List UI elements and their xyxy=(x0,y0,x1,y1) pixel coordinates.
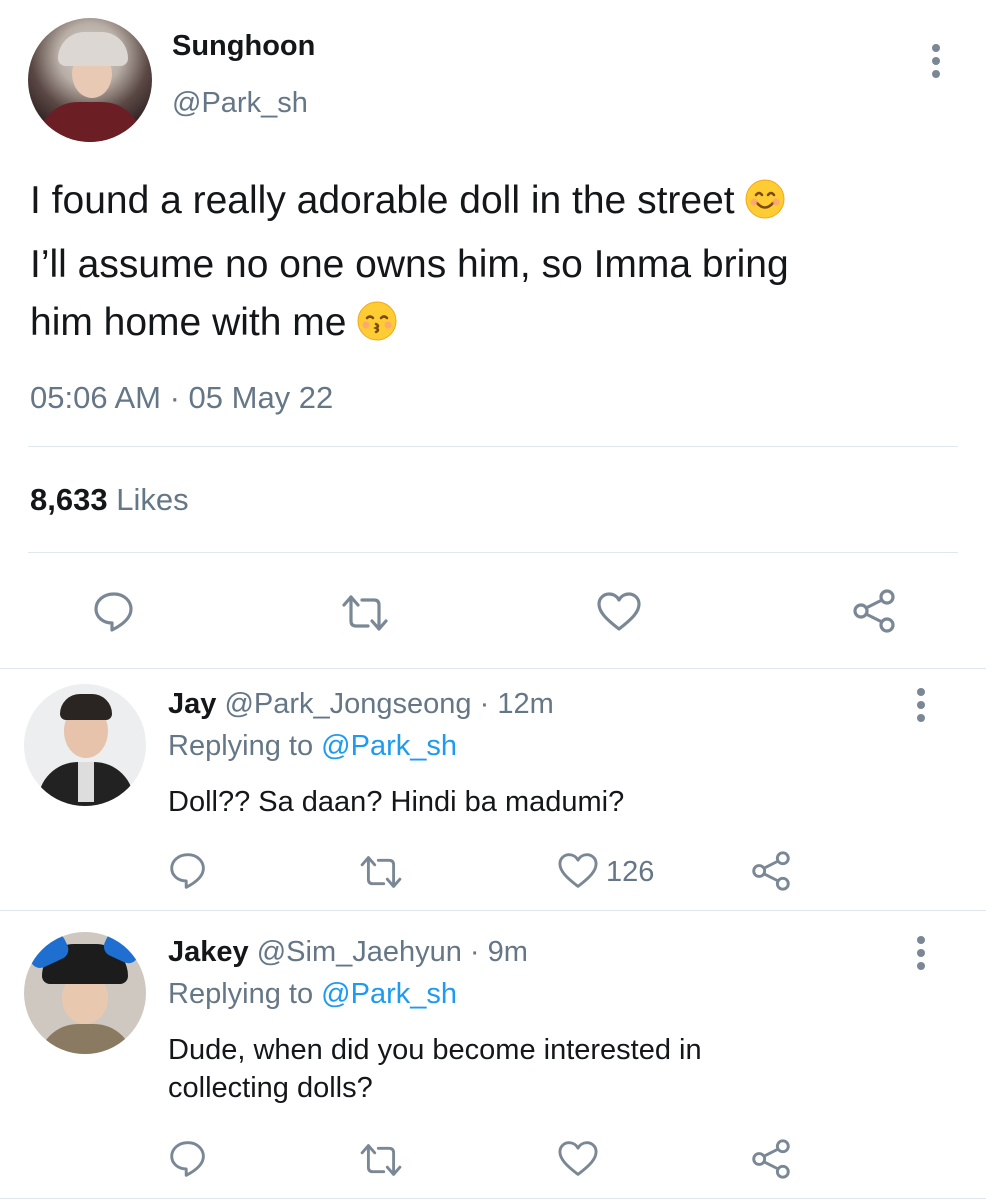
tweet-line-1: I found a really adorable doll in the st… xyxy=(30,172,789,236)
reply-display-name[interactable]: Jakey xyxy=(168,936,249,968)
tweet-line-3: him home with me xyxy=(30,294,789,358)
divider xyxy=(0,910,986,911)
divider xyxy=(28,552,958,553)
author-display-name[interactable]: Sunghoon xyxy=(172,30,315,63)
heart-icon[interactable] xyxy=(596,591,642,633)
retweet-icon[interactable] xyxy=(340,593,390,633)
reply-header: Jay @Park_Jongseong · 12m xyxy=(168,688,554,721)
reply-meta[interactable]: @Park_Jongseong · 12m xyxy=(224,688,553,720)
reply-header: Jakey @Sim_Jaehyun · 9m xyxy=(168,936,528,969)
tweet-line-2: I’ll assume no one owns him, so Imma bri… xyxy=(30,243,789,286)
reply-icon[interactable] xyxy=(168,1140,208,1178)
divider xyxy=(28,446,958,447)
share-icon[interactable] xyxy=(750,1139,792,1179)
tweet-timestamp[interactable]: 05:06 AM · 05 May 22 xyxy=(30,380,333,416)
retweet-icon[interactable] xyxy=(358,854,404,890)
likes-stat[interactable]: 8,633 Likes xyxy=(30,482,189,518)
reply-avatar[interactable] xyxy=(24,684,146,806)
tweet-text: I found a really adorable doll in the st… xyxy=(30,172,789,358)
reply-text: Dude, when did you become interested in … xyxy=(168,1034,702,1104)
reply-meta[interactable]: @Sim_Jaehyun · 9m xyxy=(257,936,528,968)
reply-avatar[interactable] xyxy=(24,932,146,1054)
share-icon[interactable] xyxy=(851,589,897,633)
replying-to-handle[interactable]: @Park_sh xyxy=(321,730,457,762)
divider xyxy=(0,668,986,669)
reply-display-name[interactable]: Jay xyxy=(168,688,216,720)
more-icon[interactable] xyxy=(916,936,926,970)
reply-icon[interactable] xyxy=(168,852,208,890)
more-icon[interactable] xyxy=(916,688,926,722)
likes-label: Likes xyxy=(116,482,189,517)
share-icon[interactable] xyxy=(750,851,792,891)
reply-text: Doll?? Sa daan? Hindi ba madumi? xyxy=(168,786,625,818)
like-count: 126 xyxy=(606,856,655,888)
smile-emoji xyxy=(745,178,785,236)
replying-to-handle[interactable]: @Park_sh xyxy=(321,978,457,1010)
replying-to: Replying to @Park_sh xyxy=(168,730,457,762)
replying-to: Replying to @Park_sh xyxy=(168,978,457,1010)
divider xyxy=(0,1198,986,1199)
heart-icon[interactable] xyxy=(557,1140,599,1178)
author-handle[interactable]: @Park_sh xyxy=(172,87,308,120)
reply-icon[interactable] xyxy=(92,591,136,633)
retweet-icon[interactable] xyxy=(358,1142,404,1178)
likes-count: 8,633 xyxy=(30,482,108,517)
heart-icon[interactable] xyxy=(557,852,599,890)
more-icon[interactable] xyxy=(931,44,941,78)
kiss-emoji xyxy=(357,300,397,358)
author-avatar[interactable] xyxy=(28,18,152,142)
